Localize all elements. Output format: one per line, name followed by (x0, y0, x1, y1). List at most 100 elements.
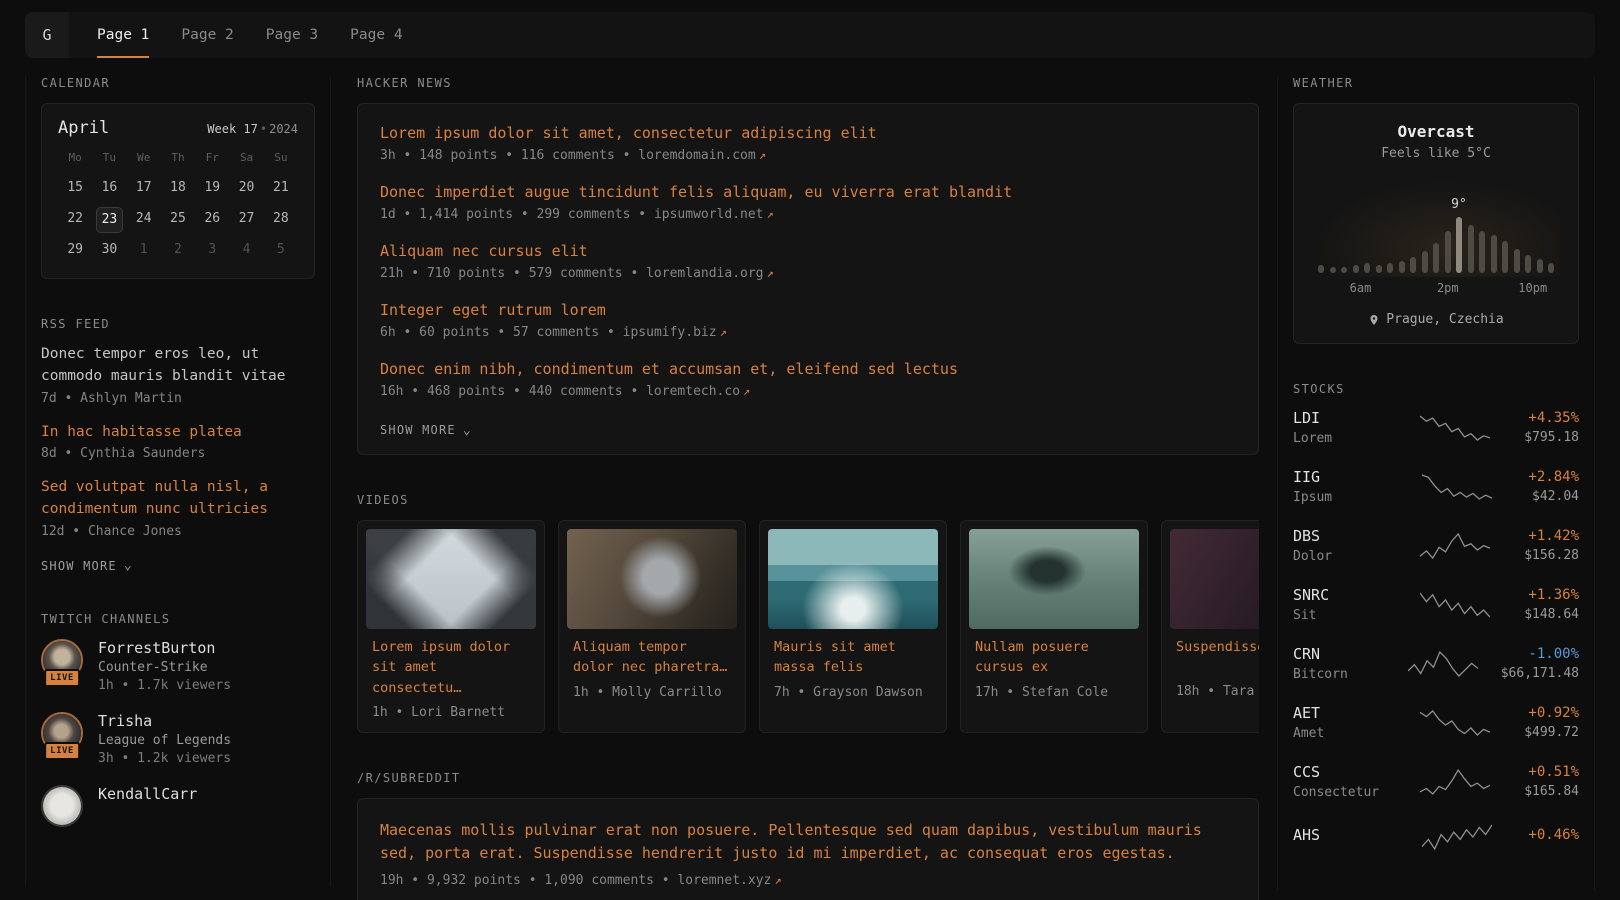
hackernews-widget-title: HACKER NEWS (357, 76, 1259, 90)
stock-row[interactable]: IIGIpsum +2.84%$42.04 (1293, 468, 1579, 505)
hn-story-title[interactable]: Donec enim nibh, condimentum et accumsan… (380, 360, 1236, 378)
twitch-channel[interactable]: LIVE Trisha League of Legends 3h • 1.2k … (41, 712, 315, 766)
calendar-day: 24 (127, 207, 161, 233)
weather-chart: 9° (1318, 193, 1554, 273)
weather-condition: Overcast (1308, 122, 1564, 141)
rss-item-title[interactable]: Donec tempor eros leo, ut commodo mauris… (41, 344, 315, 388)
hn-story-domain[interactable]: loremlandia.org (646, 266, 763, 281)
rss-item[interactable]: In hac habitasse platea 8d • Cynthia Sau… (41, 422, 315, 462)
weather-bar (1468, 225, 1474, 273)
calendar-week-year: Week 17•2024 (207, 122, 298, 136)
rss-show-more-button[interactable]: SHOW MORE ⌄ (41, 559, 133, 573)
avatar-image (43, 787, 81, 825)
tab-page-1[interactable]: Page 1 (97, 12, 149, 58)
video-title[interactable]: Aliquam tempor dolor nec pharetra… (573, 637, 731, 678)
stock-row[interactable]: CCSConsectetur +0.51%$165.84 (1293, 763, 1579, 800)
avatar[interactable]: LIVE (41, 712, 83, 754)
video-title[interactable]: Suspendisse diam (1176, 637, 1259, 677)
stock-row[interactable]: AHS +0.46% (1293, 822, 1579, 852)
rss-item[interactable]: Sed volutpat nulla nisl, a condimentum n… (41, 477, 315, 539)
video-thumbnail[interactable] (366, 529, 536, 629)
subreddit-post[interactable]: Maecenas mollis pulvinar erat non posuer… (380, 819, 1236, 889)
rss-item-title[interactable]: Sed volutpat nulla nisl, a condimentum n… (41, 477, 315, 521)
avatar[interactable]: LIVE (41, 639, 83, 681)
rss-item-title[interactable]: In hac habitasse platea (41, 422, 315, 444)
weather-time-label: 2pm (1437, 281, 1459, 295)
stock-name: Dolor (1293, 549, 1385, 564)
video-title[interactable]: Mauris sit amet massa felis (774, 637, 932, 678)
calendar-day: 20 (229, 176, 263, 202)
channel-name[interactable]: ForrestBurton (98, 639, 231, 657)
stock-change: +1.42% (1524, 528, 1579, 544)
stock-price: $66,171.48 (1501, 666, 1579, 681)
calendar-day: 22 (58, 207, 92, 233)
calendar-day: 27 (229, 207, 263, 233)
video-card[interactable]: Lorem ipsum dolor sit amet consectetu… 1… (357, 520, 545, 733)
subreddit-post-meta: 19h • 9,932 points • 1,090 comments • lo… (380, 873, 1236, 888)
video-thumbnail[interactable] (1170, 529, 1259, 629)
stock-ticker: AHS (1293, 826, 1385, 844)
calendar-day: 26 (195, 207, 229, 233)
hn-story[interactable]: Donec imperdiet augue tincidunt felis al… (380, 183, 1236, 222)
stock-row[interactable]: AETAmet +0.92%$499.72 (1293, 704, 1579, 741)
rss-item[interactable]: Donec tempor eros leo, ut commodo mauris… (41, 344, 315, 406)
weather-bar (1525, 255, 1531, 273)
calendar-day: 19 (195, 176, 229, 202)
hn-story-domain[interactable]: ipsumworld.net (654, 207, 764, 222)
stock-row[interactable]: SNRCSit +1.36%$148.64 (1293, 586, 1579, 623)
video-title[interactable]: Lorem ipsum dolor sit amet consectetu… (372, 637, 530, 698)
subreddit-post-domain[interactable]: loremnet.xyz (677, 873, 771, 888)
video-card[interactable]: Aliquam tempor dolor nec pharetra… 1h • … (558, 520, 746, 733)
hn-story-title[interactable]: Aliquam nec cursus elit (380, 242, 1236, 260)
stock-sparkline (1393, 767, 1516, 797)
hn-story-domain[interactable]: ipsumify.biz (623, 325, 717, 340)
hn-story-domain[interactable]: loremdomain.com (638, 148, 755, 163)
video-card[interactable]: Suspendisse diam 18h • Tara (1161, 520, 1259, 733)
twitch-channel[interactable]: LIVE ForrestBurton Counter-Strike 1h • 1… (41, 639, 315, 693)
channel-name[interactable]: KendallCarr (98, 785, 197, 803)
hn-story[interactable]: Lorem ipsum dolor sit amet, consectetur … (380, 124, 1236, 163)
twitch-channel[interactable]: KendallCarr (41, 785, 315, 827)
hn-story-title[interactable]: Donec imperdiet augue tincidunt felis al… (380, 183, 1236, 201)
right-column: WEATHER Overcast Feels like 5°C 9° 6am 2… (1277, 76, 1595, 890)
calendar-day: 30 (92, 238, 126, 264)
hn-story-title[interactable]: Lorem ipsum dolor sit amet, consectetur … (380, 124, 1236, 142)
video-thumbnail[interactable] (969, 529, 1139, 629)
video-thumbnail[interactable] (567, 529, 737, 629)
hn-story[interactable]: Aliquam nec cursus elit 21h • 710 points… (380, 242, 1236, 281)
chevron-down-icon: ⌄ (124, 559, 133, 572)
stock-row[interactable]: DBSDolor +1.42%$156.28 (1293, 527, 1579, 564)
video-meta: 7h • Grayson Dawson (774, 685, 932, 700)
avatar[interactable] (41, 785, 83, 827)
hn-story[interactable]: Integer eget rutrum lorem 6h • 60 points… (380, 301, 1236, 340)
hn-show-more-button[interactable]: SHOW MORE ⌄ (380, 423, 472, 437)
external-link-icon: ↗ (720, 325, 727, 339)
app-logo[interactable]: G (25, 12, 69, 58)
weather-card: Overcast Feels like 5°C 9° 6am 2pm 10pm … (1293, 103, 1579, 344)
stock-sparkline (1393, 413, 1516, 443)
tab-page-4[interactable]: Page 4 (350, 12, 402, 58)
rss-item-meta: 8d • Cynthia Saunders (41, 446, 315, 461)
hn-story-title[interactable]: Integer eget rutrum lorem (380, 301, 1236, 319)
tab-page-2[interactable]: Page 2 (181, 12, 233, 58)
stock-row[interactable]: CRNBitcorn -1.00%$66,171.48 (1293, 645, 1579, 682)
video-thumbnail[interactable] (768, 529, 938, 629)
rss-item-meta: 7d • Ashlyn Martin (41, 391, 315, 406)
channel-game: Counter-Strike (98, 660, 231, 675)
content-grid: CALENDAR April Week 17•2024 MoTuWeThFrSa… (0, 76, 1620, 900)
hn-story[interactable]: Donec enim nibh, condimentum et accumsan… (380, 360, 1236, 399)
hn-story-domain[interactable]: loremtech.co (646, 384, 740, 399)
stock-name: Ipsum (1293, 490, 1385, 505)
calendar-day: 17 (127, 176, 161, 202)
live-badge: LIVE (44, 742, 80, 760)
video-card[interactable]: Nullam posuere cursus ex 17h • Stefan Co… (960, 520, 1148, 733)
channel-name[interactable]: Trisha (98, 712, 231, 730)
stock-price: $165.84 (1524, 784, 1579, 799)
tab-page-3[interactable]: Page 3 (266, 12, 318, 58)
weather-bar (1330, 267, 1336, 273)
video-title[interactable]: Nullam posuere cursus ex (975, 637, 1133, 678)
stock-name: Bitcorn (1293, 667, 1385, 682)
stock-row[interactable]: LDILorem +4.35%$795.18 (1293, 409, 1579, 446)
video-card[interactable]: Mauris sit amet massa felis 7h • Grayson… (759, 520, 947, 733)
subreddit-post-title[interactable]: Maecenas mollis pulvinar erat non posuer… (380, 819, 1236, 866)
